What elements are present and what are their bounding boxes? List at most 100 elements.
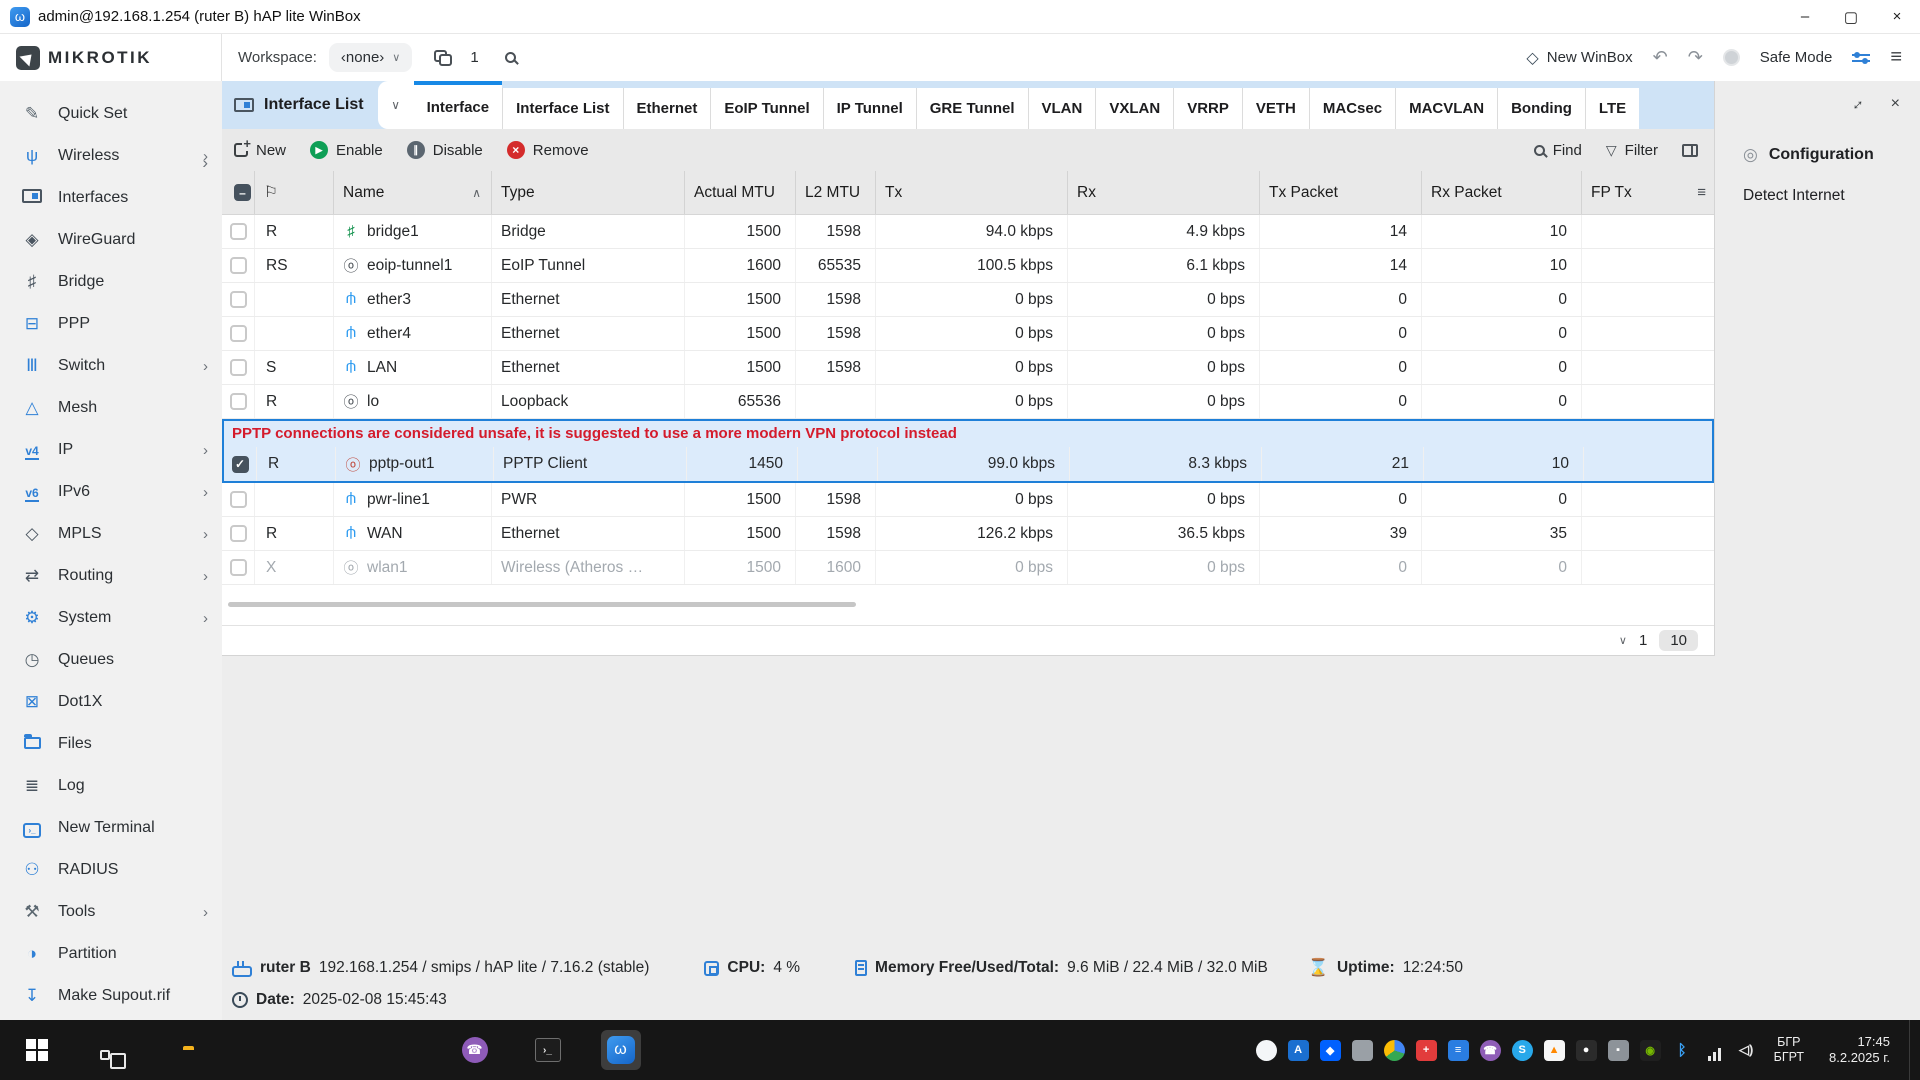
row-checkbox[interactable] xyxy=(230,291,247,308)
tab-bonding[interactable]: Bonding xyxy=(1497,88,1585,129)
header-name[interactable]: Name ∧ xyxy=(334,171,492,214)
sidebar-item-tools[interactable]: ⚒Tools› xyxy=(0,891,222,933)
page-chevron-icon[interactable]: ∨ xyxy=(1619,634,1627,647)
sidebar-item-ip[interactable]: v4IP› xyxy=(0,429,222,471)
taskbar-button-terminal[interactable]: ›_ xyxy=(511,1020,584,1080)
tray-camera-icon[interactable]: ● xyxy=(1576,1040,1597,1061)
row-checkbox[interactable] xyxy=(230,359,247,376)
sidebar-item-queues[interactable]: ◷Queues xyxy=(0,639,222,681)
header-flags[interactable]: ⚐ xyxy=(255,171,334,214)
detect-internet-item[interactable]: Detect Internet xyxy=(1715,187,1920,205)
header-select-all[interactable]: – xyxy=(222,171,255,214)
tab-interface[interactable]: Interface xyxy=(414,81,503,129)
header-rx-packet[interactable]: Rx Packet xyxy=(1422,171,1582,214)
tab-ethernet[interactable]: Ethernet xyxy=(623,88,711,129)
row-checkbox[interactable]: ✓ xyxy=(232,456,249,473)
taskbar-button-winbox[interactable]: ω xyxy=(584,1020,657,1080)
tray-red-app-icon[interactable]: + xyxy=(1416,1040,1437,1061)
tray-chat-icon[interactable] xyxy=(1256,1040,1277,1061)
header-fp-tx[interactable]: FP Tx ≡ xyxy=(1582,171,1714,214)
page-size-badge[interactable]: 10 xyxy=(1659,630,1698,651)
header-tx-packet[interactable]: Tx Packet xyxy=(1260,171,1422,214)
tab-vlan[interactable]: VLAN xyxy=(1028,88,1096,129)
taskbar-button-viber[interactable]: ☎ xyxy=(438,1020,511,1080)
taskbar-button-file-explorer[interactable] xyxy=(146,1020,219,1080)
taskbar-button-chrome[interactable] xyxy=(292,1020,365,1080)
sidebar-item-partition[interactable]: ◑Partition xyxy=(0,933,222,975)
sidebar-item-system[interactable]: ⚙System› xyxy=(0,597,222,639)
header-actual-mtu[interactable]: Actual MTU xyxy=(685,171,796,214)
table-row-pwr-line1[interactable]: ψpwr-line1PWR150015980 bps0 bps00 xyxy=(222,483,1714,517)
table-row-wlan1[interactable]: Xⓞwlan1Wireless (Atheros …150016000 bps0… xyxy=(222,551,1714,585)
window-list-chevron[interactable]: ∨ xyxy=(378,81,414,129)
sidebar-item-log[interactable]: ≣Log xyxy=(0,765,222,807)
tab-gre-tunnel[interactable]: GRE Tunnel xyxy=(916,88,1028,129)
sidebar-item-new-terminal[interactable]: ›_New Terminal xyxy=(0,807,222,849)
sidebar-item-dot1x[interactable]: ⊠Dot1X xyxy=(0,681,222,723)
tray-viber-icon[interactable]: ☎ xyxy=(1480,1040,1501,1061)
sidebar-item-wireless[interactable]: ψWireless› xyxy=(0,135,222,177)
new-winbox-button[interactable]: ◇ New WinBox xyxy=(1526,48,1632,68)
disable-button[interactable]: ∥ Disable xyxy=(407,141,483,159)
row-checkbox[interactable] xyxy=(230,325,247,342)
tab-ip-tunnel[interactable]: IP Tunnel xyxy=(823,88,916,129)
close-button[interactable]: × xyxy=(1874,0,1920,33)
sidebar-item-interfaces[interactable]: Interfaces xyxy=(0,177,222,219)
header-type[interactable]: Type xyxy=(492,171,685,214)
header-tx[interactable]: Tx xyxy=(876,171,1068,214)
tray-gray-app-icon[interactable]: ▪ xyxy=(1608,1040,1629,1061)
row-checkbox[interactable] xyxy=(230,223,247,240)
open-windows-icon[interactable] xyxy=(434,50,452,66)
redo-button[interactable]: ↷ xyxy=(1688,47,1703,68)
tray-usb-icon[interactable] xyxy=(1352,1040,1373,1061)
table-row-eoip-tunnel1[interactable]: RSⓞeoip-tunnel1EoIP Tunnel160065535100.5… xyxy=(222,249,1714,283)
tray-dropbox-icon[interactable]: ◆ xyxy=(1320,1040,1341,1061)
table-row-bridge1[interactable]: R♯bridge1Bridge1500159894.0 kbps4.9 kbps… xyxy=(222,215,1714,249)
row-checkbox[interactable] xyxy=(230,393,247,410)
search-icon[interactable] xyxy=(505,52,516,63)
table-row-pptp-out1[interactable]: ✓Rⓞpptp-out1PPTP Client145099.0 kbps8.3 … xyxy=(224,447,1712,481)
sidebar-item-switch[interactable]: ⅢSwitch› xyxy=(0,345,222,387)
tray-volume-icon[interactable]: ◁) xyxy=(1736,1040,1757,1061)
sidebar-item-mpls[interactable]: ◇MPLS› xyxy=(0,513,222,555)
taskbar-clock[interactable]: 17:45 8.2.2025 г. xyxy=(1821,1034,1898,1066)
new-button[interactable]: New xyxy=(234,142,286,159)
sidebar-item-files[interactable]: Files xyxy=(0,723,222,765)
tray-blue-app-icon[interactable]: ≡ xyxy=(1448,1040,1469,1061)
table-row-WAN[interactable]: RψWANEthernet15001598126.2 kbps36.5 kbps… xyxy=(222,517,1714,551)
tab-lte[interactable]: LTE xyxy=(1585,88,1639,129)
taskbar-button-firefox[interactable] xyxy=(219,1020,292,1080)
show-desktop-strip[interactable] xyxy=(1909,1020,1914,1080)
sidebar-item-ipv6[interactable]: v6IPv6› xyxy=(0,471,222,513)
tab-veth[interactable]: VETH xyxy=(1242,88,1309,129)
tab-macsec[interactable]: MACsec xyxy=(1309,88,1395,129)
header-rx[interactable]: Rx xyxy=(1068,171,1260,214)
tray-anydesk-icon[interactable]: A xyxy=(1288,1040,1309,1061)
maximize-button[interactable]: ▢ xyxy=(1828,0,1874,33)
select-all-checkbox[interactable]: – xyxy=(234,184,251,201)
table-row-lo[interactable]: RⓞloLoopback655360 bps0 bps00 xyxy=(222,385,1714,419)
sidebar-item-bridge[interactable]: ♯Bridge xyxy=(0,261,222,303)
safe-mode-toggle[interactable] xyxy=(1723,49,1740,66)
row-checkbox[interactable] xyxy=(230,559,247,576)
tab-vrrp[interactable]: VRRP xyxy=(1173,88,1242,129)
enable-button[interactable]: ▶ Enable xyxy=(310,141,383,159)
menu-icon[interactable]: ≡ xyxy=(1890,46,1902,69)
tray-network-icon[interactable] xyxy=(1704,1040,1725,1061)
tab-vxlan[interactable]: VXLAN xyxy=(1095,88,1173,129)
undo-button[interactable]: ↶ xyxy=(1653,47,1668,68)
row-checkbox[interactable] xyxy=(230,525,247,542)
tab-interface-list[interactable]: Interface List xyxy=(502,88,622,129)
tune-sliders-icon[interactable] xyxy=(1852,54,1870,62)
taskbar-button-edge[interactable] xyxy=(365,1020,438,1080)
workspace-select[interactable]: ‹none› ∨ xyxy=(329,43,412,72)
sidebar-item-wireguard[interactable]: ◈WireGuard xyxy=(0,219,222,261)
filter-button[interactable]: ▽ Filter xyxy=(1606,142,1658,159)
row-checkbox[interactable] xyxy=(230,257,247,274)
configuration-menu[interactable]: ◎ Configuration xyxy=(1715,145,1920,165)
detach-window-icon[interactable]: ↔ xyxy=(1845,92,1869,116)
sidebar-item-routing[interactable]: ⇄Routing› xyxy=(0,555,222,597)
tray-bluetooth-icon[interactable]: ᛒ xyxy=(1672,1040,1693,1061)
row-checkbox[interactable] xyxy=(230,491,247,508)
minimize-button[interactable]: – xyxy=(1782,0,1828,33)
